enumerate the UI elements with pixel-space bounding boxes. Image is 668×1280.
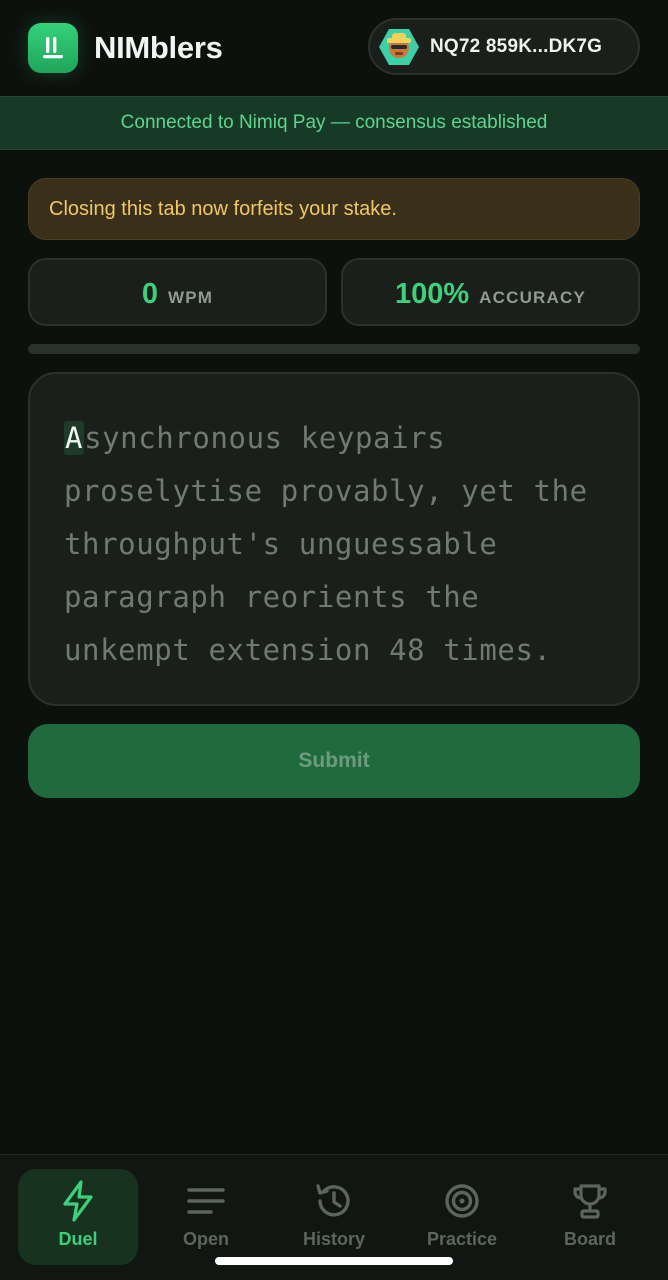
accuracy-unit: ACCURACY	[479, 288, 587, 307]
nav-label-open: Open	[182, 1229, 229, 1249]
app-logo-icon[interactable]	[28, 23, 78, 73]
list-lines-icon	[184, 1179, 228, 1223]
remaining-text: synchronous keypairs proselytise provabl…	[64, 421, 606, 667]
nav-item-open[interactable]: Open	[146, 1169, 266, 1265]
history-clock-icon	[312, 1179, 356, 1223]
typing-progress-bar	[28, 344, 640, 354]
wpm-unit: WPM	[167, 288, 214, 307]
home-indicator[interactable]	[215, 1257, 453, 1265]
app-header: NIMblers NQ72 859K...DK7G	[0, 0, 668, 96]
nav-label-board: Board	[563, 1229, 616, 1249]
trophy-icon	[568, 1179, 612, 1223]
typing-area[interactable]: Asynchronous keypairs proselytise provab…	[28, 372, 640, 706]
app-screen: NIMblers NQ72 859K...DK7G Connected to N…	[0, 0, 668, 1280]
target-icon	[440, 1179, 484, 1223]
connection-status-banner: Connected to Nimiq Pay — consensus estab…	[0, 96, 668, 150]
nav-label-history: History	[302, 1229, 365, 1249]
nav-item-history[interactable]: History	[274, 1169, 394, 1265]
nav-label-duel: Duel	[58, 1229, 98, 1249]
lightning-icon	[56, 1179, 100, 1223]
current-char: A	[64, 421, 85, 455]
typing-prompt-text: Asynchronous keypairs proselytise provab…	[64, 412, 604, 677]
submit-button[interactable]: Submit	[28, 724, 640, 798]
wallet-address: NQ72 859K...DK7G	[430, 35, 603, 57]
wallet-button[interactable]: NQ72 859K...DK7G	[368, 18, 640, 75]
nav-label-practice: Practice	[426, 1229, 498, 1249]
nav-item-board[interactable]: Board	[530, 1169, 650, 1265]
stake-warning: Closing this tab now forfeits your stake…	[28, 178, 640, 240]
brand-name: NIMblers	[94, 30, 223, 65]
wpm-stat: 0 WPM	[28, 258, 327, 326]
accuracy-stat: 100% ACCURACY	[341, 258, 640, 326]
nav-item-practice[interactable]: Practice	[402, 1169, 522, 1265]
wpm-value: 0	[141, 278, 158, 310]
nav-item-duel[interactable]: Duel	[18, 1169, 138, 1265]
accuracy-value: 100%	[394, 278, 470, 310]
wallet-avatar-icon	[378, 26, 420, 68]
